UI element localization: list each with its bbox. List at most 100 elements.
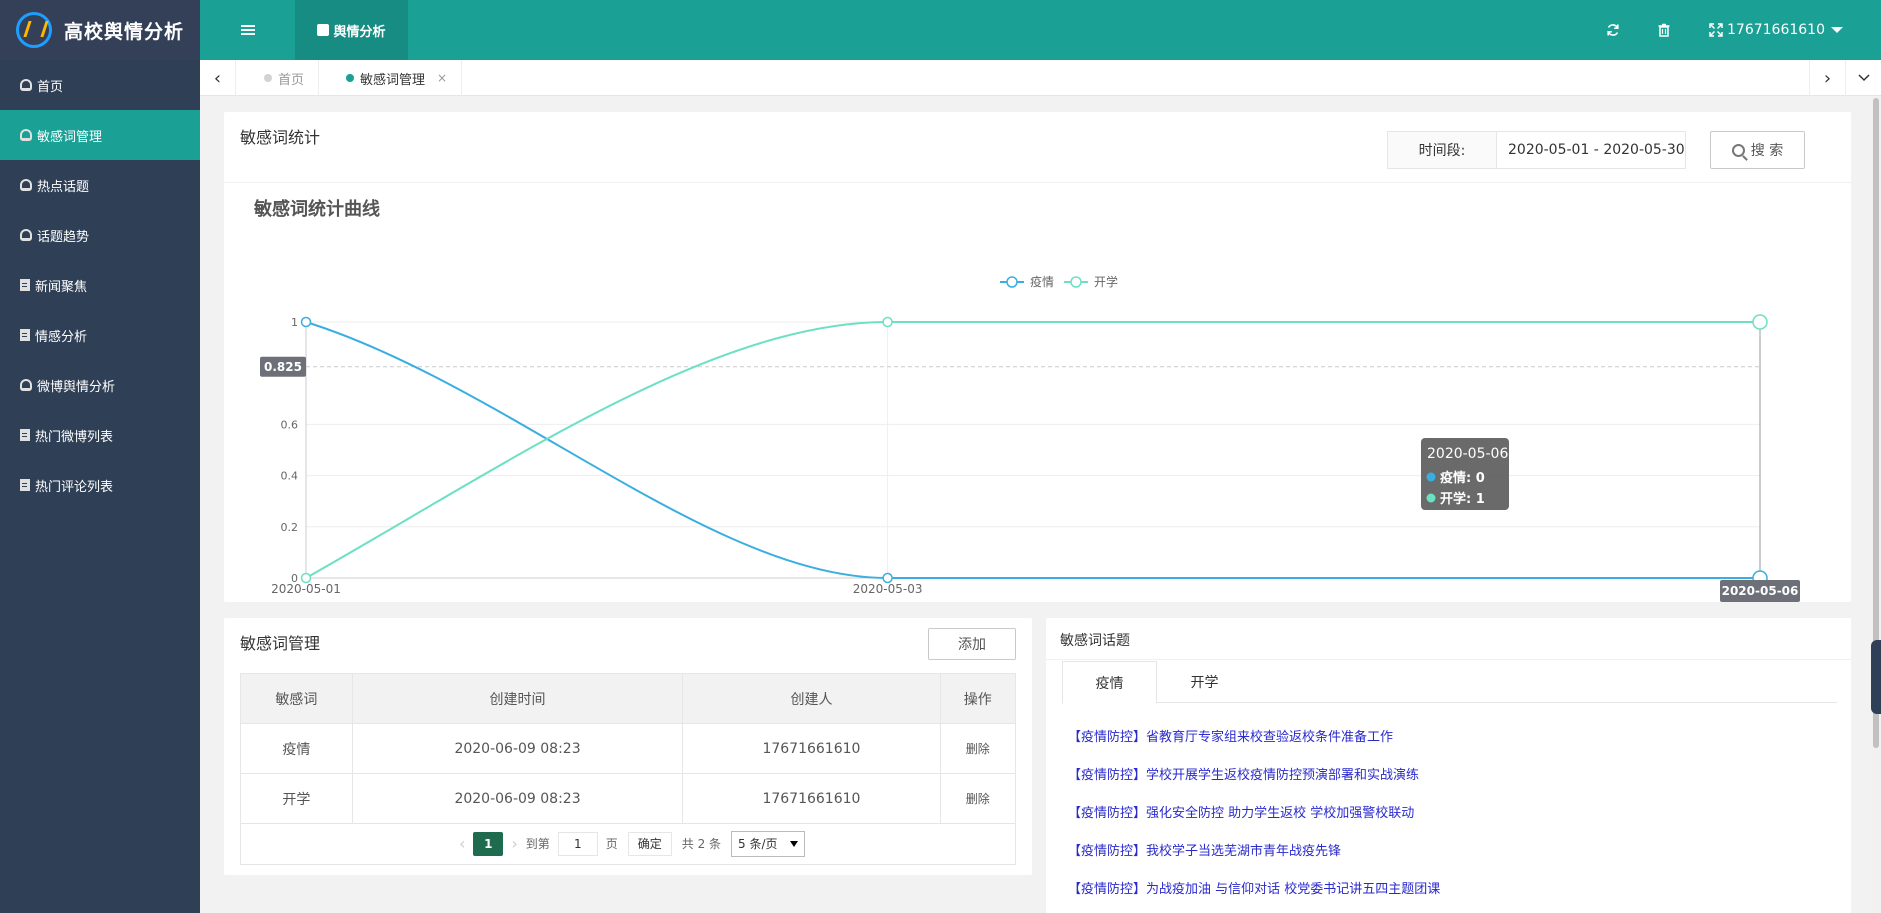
search-button[interactable]: 搜 索 [1710,131,1805,169]
sidebar-item-1[interactable]: 敏感词管理 [0,110,200,160]
prev-page-button[interactable]: ‹ [459,834,465,853]
y-tick-label: 0.6 [281,418,299,431]
module-tab-sentiment[interactable]: 舆情分析 [295,0,408,60]
table-cell-word: 疫情 [240,723,353,774]
table-cell-time: 2020-06-09 08:23 [351,723,684,774]
file-icon [20,279,30,291]
logo-icon [16,12,52,48]
sidebar-item-label: 敏感词管理 [37,129,103,145]
tab-dot-icon [346,74,354,82]
refresh-button[interactable] [1593,0,1633,60]
table-cell-creator: 17671661610 [682,723,941,774]
side-widget-handle[interactable] [1871,640,1881,714]
y-tick-label: 0.4 [281,470,299,483]
goto-page-input[interactable]: 1 [557,831,598,856]
data-point [300,572,312,584]
total-count: 共 2 条 [681,837,722,851]
dashboard-icon [20,379,32,391]
column-header: 操作 [939,673,1017,724]
table-row: 疫情 2020-06-09 08:23 17671661610 删除 [240,723,1017,774]
user-name: 17671661610 [1727,22,1825,38]
logo[interactable]: 高校舆情分析 [0,0,200,60]
tab-home-label: 首页 [278,72,305,88]
topic-tab-epidemic[interactable]: 疫情 [1062,661,1157,704]
tab-sensitive-words[interactable]: 敏感词管理 × [332,60,463,96]
close-tab-icon[interactable]: × [437,71,447,85]
page-scrollbar[interactable] [1871,96,1881,913]
sidebar-item-5[interactable]: 情感分析 [0,310,200,360]
app-title: 高校舆情分析 [64,20,185,43]
sidebar-item-8[interactable]: 热门评论列表 [0,460,200,510]
legend-label: 开学 [1094,274,1118,289]
delete-button[interactable]: 删除 [939,723,1017,774]
sidebar-item-4[interactable]: 新闻聚焦 [0,260,200,310]
next-page-button[interactable]: › [511,834,517,853]
current-page[interactable]: 1 [473,831,504,856]
topic-tab-school-start[interactable]: 开学 [1157,661,1252,703]
words-table: 敏感词 创建时间 创建人 操作 疫情 2020-06-09 08:23 176716616… [240,673,1017,824]
fullscreen-icon [1709,23,1723,37]
topics-title: 敏感词话题 [1060,633,1130,649]
sidebar-item-3[interactable]: 话题趋势 [0,210,200,260]
legend-marker [1070,276,1082,288]
table-cell-word: 开学 [240,773,353,824]
tabs-menu-button[interactable] [1845,60,1881,96]
table-header-row: 敏感词 创建时间 创建人 操作 [240,673,1017,724]
tooltip-title: 2020-05-06 [1427,446,1508,462]
topic-link[interactable]: 【疫情防控】强化安全防控 助力学生返校 学校加强警校联动 [1068,802,1440,840]
series-line-0 [305,321,1760,580]
column-header: 创建人 [682,673,941,724]
tabs-scroll-left-button[interactable]: ‹ [200,60,236,96]
clear-cache-button[interactable] [1644,0,1684,60]
caret-down-icon [790,840,799,847]
sidebar-item-0[interactable]: 首页 [0,60,200,110]
time-range-input[interactable]: 2020-05-01 - 2020-05-30 [1496,131,1686,169]
tabs-scroll-right-button[interactable]: › [1809,60,1845,96]
sidebar-item-label: 热门评论列表 [35,479,114,495]
topics-panel: 敏感词话题 疫情 开学 【疫情防控】省教育厅专家组来校查验返校条件准备工作 【疫情… [1046,618,1851,913]
topic-link[interactable]: 【疫情防控】省教育厅专家组来校查验返校条件准备工作 [1068,726,1440,764]
sidebar: 高校舆情分析 首页敏感词管理热点话题话题趋势新闻聚焦情感分析微博舆情分析热门微博… [0,0,200,913]
tab-home[interactable]: 首页 [250,60,320,96]
column-header: 创建时间 [351,673,684,724]
caret-down-icon [1831,27,1843,33]
topic-link[interactable]: 【疫情防控】学校开展学生返校疫情防控预演部署和实战演练 [1068,764,1440,802]
dashboard-icon [20,129,32,141]
axis-pointer-label: 0.825 [264,360,302,374]
menu-toggle-button[interactable] [200,0,295,60]
goto-confirm-button[interactable]: 确定 [627,831,672,856]
x-tick-label: 2020-05-01 [271,582,341,596]
chevron-down-icon [1857,74,1870,82]
refresh-icon [1607,24,1619,36]
manage-panel: 敏感词管理 添加 敏感词 创建时间 创建人 操作 疫情 2020-06-09 08:23… [224,618,1032,875]
trash-icon [1658,23,1670,37]
goto-label: 到第 [525,837,550,851]
chevron-right-icon: › [1823,67,1832,89]
sidebar-item-label: 话题趋势 [37,229,90,245]
data-point [882,316,893,328]
page-size-select[interactable]: 5 条/页 [731,830,806,857]
topic-link[interactable]: 【疫情防控】我校学子当选芜湖市青年战疫先锋 [1068,840,1440,878]
table-cell-creator: 17671661610 [682,773,941,824]
sidebar-item-6[interactable]: 微博舆情分析 [0,360,200,410]
page-unit-label: 页 [605,837,618,851]
x-tick-label: 2020-05-03 [853,582,923,596]
topic-link[interactable]: 【疫情防控】为战疫加油 与信仰对话 校党委书记讲五四主题团课 [1068,878,1440,913]
panel-divider [1046,659,1851,660]
sidebar-item-label: 情感分析 [35,329,88,345]
sidebar-item-label: 热门微博列表 [35,429,114,445]
sidebar-item-7[interactable]: 热门微博列表 [0,410,200,460]
user-menu[interactable]: 17671661610 [1727,0,1843,60]
line-chart[interactable]: 00.20.40.612020-05-012020-05-032020-05-0… [224,182,1851,602]
sidebar-item-label: 热点话题 [37,179,90,195]
add-word-button[interactable]: 添加 [928,628,1016,660]
chevron-left-icon: ‹ [213,67,222,89]
file-icon [20,329,30,341]
module-tab-label: 舆情分析 [333,24,386,40]
delete-button[interactable]: 删除 [939,773,1017,824]
tooltip-marker [1426,472,1436,482]
tooltip-row: 开学: 1 [1440,491,1485,507]
sidebar-item-2[interactable]: 热点话题 [0,160,200,210]
tooltip-marker [1426,493,1436,503]
series-line-1 [305,321,1760,579]
